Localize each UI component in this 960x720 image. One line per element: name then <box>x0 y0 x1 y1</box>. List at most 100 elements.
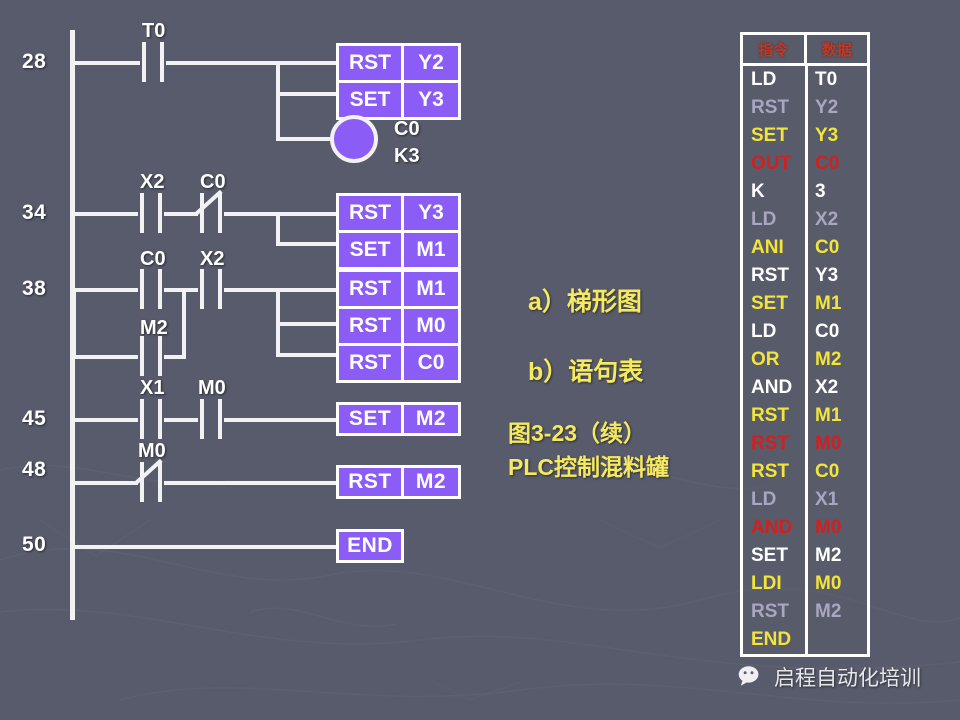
contact-label-m0-nc: M0 <box>138 440 166 463</box>
instruction-row[interactable]: SET Y3 <box>339 80 458 117</box>
instruction-row[interactable]: SET M1 <box>339 230 458 267</box>
output-rst-m2[interactable]: RST M2 <box>336 465 461 499</box>
table-cell-instruction: LDI <box>743 570 805 598</box>
table-header-data: 数据 <box>807 35 868 63</box>
coil-name-c0: C0 <box>394 118 420 141</box>
table-cell-instruction: OUT <box>743 150 805 178</box>
instruction-op: SET <box>339 405 404 433</box>
contact-label-x2-b: X2 <box>200 248 224 271</box>
output-stack-rung34: RST Y3 SET M1 <box>336 193 461 270</box>
rung38-wire-between <box>164 288 198 292</box>
counter-coil-c0[interactable] <box>330 115 378 163</box>
rung34-wire-right <box>224 212 280 216</box>
table-cell-instruction: AND <box>743 374 805 402</box>
table-cell-instruction: RST <box>743 458 805 486</box>
instruction-row[interactable]: RST M0 <box>339 306 458 343</box>
table-cell-data: C0 <box>805 234 867 262</box>
rung28-wire-mid <box>166 61 280 65</box>
table-cell-data: M2 <box>805 346 867 374</box>
contact-label-x1: X1 <box>140 377 164 400</box>
table-cell-data: M0 <box>805 514 867 542</box>
instruction-data: C0 <box>404 346 458 380</box>
table-header-instruction: 指令 <box>743 35 807 63</box>
contact-x1-no[interactable] <box>138 399 164 439</box>
rung-number-34: 34 <box>22 201 46 225</box>
instruction-data: M1 <box>404 233 458 267</box>
rung45-wire-between <box>164 418 198 422</box>
caption-part-a: a）梯形图 <box>528 282 642 318</box>
rung28-branch-trunk <box>276 61 280 140</box>
contact-label-m0: M0 <box>198 377 226 400</box>
table-cell-instruction: RST <box>743 94 805 122</box>
rung48-wire-left <box>72 481 138 485</box>
slide-stage: 28 T0 RST Y2 SET Y3 C0 K3 34 X2 C0 <box>0 0 960 720</box>
contact-m0-nc[interactable] <box>138 462 164 502</box>
rung28-branch-to-coil <box>276 137 332 141</box>
table-cell-data: Y2 <box>805 94 867 122</box>
contact-x2-no[interactable] <box>138 193 164 233</box>
table-cell-data: Y3 <box>805 262 867 290</box>
instruction-row[interactable]: RST Y3 <box>339 196 458 230</box>
table-cell-data: T0 <box>805 66 867 94</box>
contact-c0-nc[interactable] <box>198 193 224 233</box>
contact-m0-no[interactable] <box>198 399 224 439</box>
table-cell-instruction: LD <box>743 486 805 514</box>
rung-number-38: 38 <box>22 277 46 301</box>
table-cell-instruction: AND <box>743 514 805 542</box>
table-cell-instruction: K <box>743 178 805 206</box>
rung-number-45: 45 <box>22 407 46 431</box>
contact-label-c0-nc: C0 <box>200 171 226 194</box>
table-cell-instruction: LD <box>743 66 805 94</box>
table-cell-instruction: SET <box>743 542 805 570</box>
watermark: 启程自动化培训 <box>738 662 921 692</box>
instruction-data: M0 <box>404 309 458 343</box>
table-cell-instruction: RST <box>743 262 805 290</box>
contact-label-c0: C0 <box>140 248 166 271</box>
table-cell-instruction: RST <box>743 430 805 458</box>
instruction-op: RST <box>339 46 404 80</box>
table-cell-data <box>805 626 867 654</box>
instruction-data: M1 <box>404 272 458 306</box>
table-cell-data: C0 <box>805 318 867 346</box>
rung38-parallel-left-leg <box>72 288 76 358</box>
table-cell-instruction: LD <box>743 206 805 234</box>
contact-m2-no[interactable] <box>138 336 164 376</box>
table-cell-data: M1 <box>805 290 867 318</box>
contact-x2-no-b[interactable] <box>198 269 224 309</box>
table-header-row: 指令 数据 <box>743 35 867 66</box>
instruction-op: RST <box>339 468 404 496</box>
rung45-wire-right <box>224 418 338 422</box>
instruction-row[interactable]: RST M1 <box>339 272 458 306</box>
output-stack-rung38: RST M1 RST M0 RST C0 <box>336 269 461 383</box>
instruction-row[interactable]: RST Y2 <box>339 46 458 80</box>
table-cell-data: Y3 <box>805 122 867 150</box>
instruction-op: SET <box>339 83 404 117</box>
instruction-data: M2 <box>404 468 458 496</box>
instruction-op: END <box>339 532 401 560</box>
table-cell-data: C0 <box>805 150 867 178</box>
table-cell-data: X1 <box>805 486 867 514</box>
rung-number-50: 50 <box>22 533 46 557</box>
output-stack-rung28: RST Y2 SET Y3 <box>336 43 461 120</box>
instruction-data: Y3 <box>404 196 458 230</box>
rung45-wire-left <box>72 418 138 422</box>
table-cell-data: M0 <box>805 430 867 458</box>
rung34-wire-between <box>164 212 198 216</box>
contact-t0-no[interactable] <box>140 42 166 82</box>
rung38-branch-to-rst3 <box>276 353 338 357</box>
rung38-wire-right <box>224 288 280 292</box>
instruction-row[interactable]: RST C0 <box>339 343 458 380</box>
output-set-m2[interactable]: SET M2 <box>336 402 461 436</box>
instruction-data: Y3 <box>404 83 458 117</box>
contact-c0-no[interactable] <box>138 269 164 309</box>
watermark-text: 启程自动化培训 <box>774 662 921 692</box>
output-end[interactable]: END <box>336 529 404 563</box>
rung38-parallel-wire <box>72 355 138 359</box>
rung34-branch-trunk <box>276 212 280 246</box>
coil-preset-k3: K3 <box>394 145 420 168</box>
instruction-op: RST <box>339 346 404 380</box>
instruction-data: Y2 <box>404 46 458 80</box>
table-cell-data: M2 <box>805 542 867 570</box>
table-cell-data: M1 <box>805 402 867 430</box>
rung38-branch-to-rst2 <box>276 322 338 326</box>
